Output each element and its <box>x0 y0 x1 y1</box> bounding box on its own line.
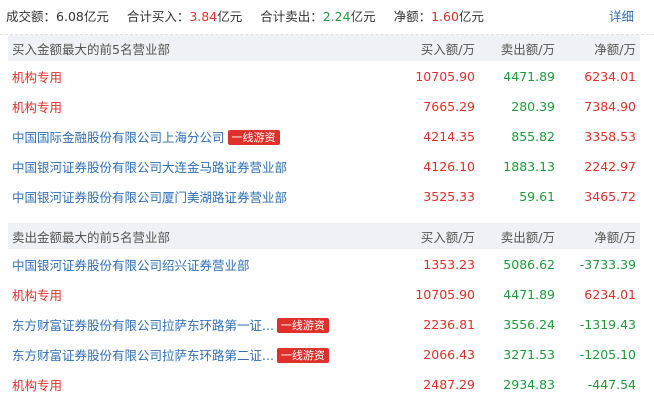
net-amount-value: 1.60 <box>431 9 459 24</box>
branch-name-cell[interactable]: 机构专用 <box>8 91 389 121</box>
branch-name[interactable]: 机构专用 <box>12 378 62 393</box>
branch-name-cell[interactable]: 机构专用 <box>8 61 389 91</box>
buy-table: 买入金额最大的前5名营业部 买入额/万 卖出额/万 净额/万 机构专用 10705… <box>8 35 640 211</box>
buy-amount: 10705.90 <box>415 286 475 302</box>
net-amount: 净额：1.60亿元 <box>393 9 484 24</box>
hot-money-badge: 一线游资 <box>276 317 329 333</box>
branch-name[interactable]: 东方财富证券股份有限公司拉萨东环路第二证... <box>12 348 274 363</box>
buy-amount: 7665.29 <box>423 98 475 114</box>
turnover-value: 6.08亿元 <box>56 9 109 24</box>
branch-name-cell[interactable]: 中国银河证券股份有限公司绍兴证券营业部 <box>8 249 389 279</box>
sell-amount: 1883.13 <box>503 158 555 174</box>
sell-amount: 280.39 <box>511 98 555 114</box>
net-amount: -1205.10 <box>579 346 636 362</box>
buy-amount: 1353.23 <box>423 256 475 272</box>
branch-name-cell[interactable]: 中国银河证券股份有限公司厦门美湖路证券营业部 <box>8 181 389 211</box>
branch-name[interactable]: 机构专用 <box>12 288 62 303</box>
col-net-amount: 净额/万 <box>559 223 640 249</box>
buy-amount: 2066.43 <box>423 346 475 362</box>
sell-table-header: 卖出金额最大的前5名营业部 买入额/万 卖出额/万 净额/万 <box>8 223 640 249</box>
branch-name-cell[interactable]: 东方财富证券股份有限公司拉萨东环路第二证... 一线游资 <box>8 339 389 369</box>
sell-amount: 4471.89 <box>503 68 555 84</box>
table-row[interactable]: 中国国际金融股份有限公司上海分公司 一线游资 4214.35 855.82 3358.5… <box>8 121 640 151</box>
col-sell-amount: 卖出额/万 <box>479 223 559 249</box>
net-amount: 7384.90 <box>584 98 636 114</box>
table-row[interactable]: 东方财富证券股份有限公司拉萨东环路第一证... 一线游资 2236.81 3556.2… <box>8 309 640 339</box>
net-amount: 3358.53 <box>584 128 636 144</box>
buy-amount: 4214.35 <box>423 128 475 144</box>
buy-amount: 2487.29 <box>423 376 475 392</box>
sell-amount: 3556.24 <box>503 316 555 332</box>
turnover: 成交额：6.08亿元 <box>6 9 109 24</box>
hot-money-badge: 一线游资 <box>227 129 280 145</box>
net-amount: -447.54 <box>587 376 636 392</box>
branch-name-cell[interactable]: 机构专用 <box>8 369 389 399</box>
net-amount: 6234.01 <box>584 68 636 84</box>
sell-amount: 5086.62 <box>503 256 555 272</box>
table-row[interactable]: 机构专用 7665.29 280.39 7384.90 <box>8 91 640 121</box>
branch-name-cell[interactable]: 机构专用 <box>8 279 389 309</box>
net-amount: 2242.97 <box>584 158 636 174</box>
table-row[interactable]: 机构专用 2487.29 2934.83 -447.54 <box>8 369 640 399</box>
net-amount: 6234.01 <box>584 286 636 302</box>
table-row[interactable]: 机构专用 10705.90 4471.89 6234.01 <box>8 61 640 91</box>
total-sell: 合计卖出：2.24亿元 <box>260 9 376 24</box>
net-amount: 3465.72 <box>584 188 636 204</box>
col-buy-amount: 买入额/万 <box>389 35 479 61</box>
net-amount: -3733.39 <box>579 256 636 272</box>
hot-money-badge: 一线游资 <box>276 347 329 363</box>
branch-name[interactable]: 中国银河证券股份有限公司厦门美湖路证券营业部 <box>12 190 287 205</box>
total-buy: 合计买入：3.84亿元 <box>126 9 243 24</box>
branch-name[interactable]: 东方财富证券股份有限公司拉萨东环路第一证... <box>12 318 274 333</box>
table-row[interactable]: 中国银河证券股份有限公司绍兴证券营业部 1353.23 5086.62 -3733.3… <box>8 249 640 279</box>
branch-name[interactable]: 机构专用 <box>12 70 62 85</box>
branch-name[interactable]: 中国银河证券股份有限公司大连金马路证券营业部 <box>12 160 287 175</box>
table-row[interactable]: 中国银河证券股份有限公司大连金马路证券营业部 4126.10 1883.13 2242… <box>8 151 640 181</box>
col-sell-amount: 卖出额/万 <box>479 35 559 61</box>
buy-table-header: 买入金额最大的前5名营业部 买入额/万 卖出额/万 净额/万 <box>8 35 640 61</box>
buy-amount: 2236.81 <box>423 316 475 332</box>
branch-name-cell[interactable]: 中国银河证券股份有限公司大连金马路证券营业部 <box>8 151 389 181</box>
branch-name-cell[interactable]: 东方财富证券股份有限公司拉萨东环路第一证... 一线游资 <box>8 309 389 339</box>
branch-name[interactable]: 机构专用 <box>12 100 62 115</box>
buy-amount: 3525.33 <box>423 188 475 204</box>
sell-table: 卖出金额最大的前5名营业部 买入额/万 卖出额/万 净额/万 中国银河证券股份有… <box>8 223 640 399</box>
sell-amount: 59.61 <box>519 188 555 204</box>
summary-bar: 成交额：6.08亿元 合计买入：3.84亿元 合计卖出：2.24亿元 净额：1.… <box>0 0 654 35</box>
detail-link[interactable]: 详细 <box>609 0 634 34</box>
sell-amount: 3271.53 <box>503 346 555 362</box>
col-buy-amount: 买入额/万 <box>389 223 479 249</box>
net-amount: -1319.43 <box>579 316 636 332</box>
total-sell-value: 2.24 <box>322 9 351 24</box>
buy-amount: 4126.10 <box>423 158 475 174</box>
col-net-amount: 净额/万 <box>559 35 640 61</box>
sell-amount: 2934.83 <box>503 376 555 392</box>
table-row[interactable]: 东方财富证券股份有限公司拉萨东环路第二证... 一线游资 2066.43 3271.5… <box>8 339 640 369</box>
buy-table-title: 买入金额最大的前5名营业部 <box>8 35 389 61</box>
sell-table-title: 卖出金额最大的前5名营业部 <box>8 223 389 249</box>
branch-name-cell[interactable]: 中国国际金融股份有限公司上海分公司 一线游资 <box>8 121 389 151</box>
table-row[interactable]: 机构专用 10705.90 4471.89 6234.01 <box>8 279 640 309</box>
buy-amount: 10705.90 <box>415 68 475 84</box>
sell-amount: 4471.89 <box>503 286 555 302</box>
branch-name[interactable]: 中国国际金融股份有限公司上海分公司 <box>12 130 225 145</box>
sell-amount: 855.82 <box>511 128 555 144</box>
branch-name[interactable]: 中国银河证券股份有限公司绍兴证券营业部 <box>12 258 250 273</box>
total-buy-value: 3.84 <box>189 9 218 24</box>
table-row[interactable]: 中国银河证券股份有限公司厦门美湖路证券营业部 3525.33 59.61 3465.7… <box>8 181 640 211</box>
